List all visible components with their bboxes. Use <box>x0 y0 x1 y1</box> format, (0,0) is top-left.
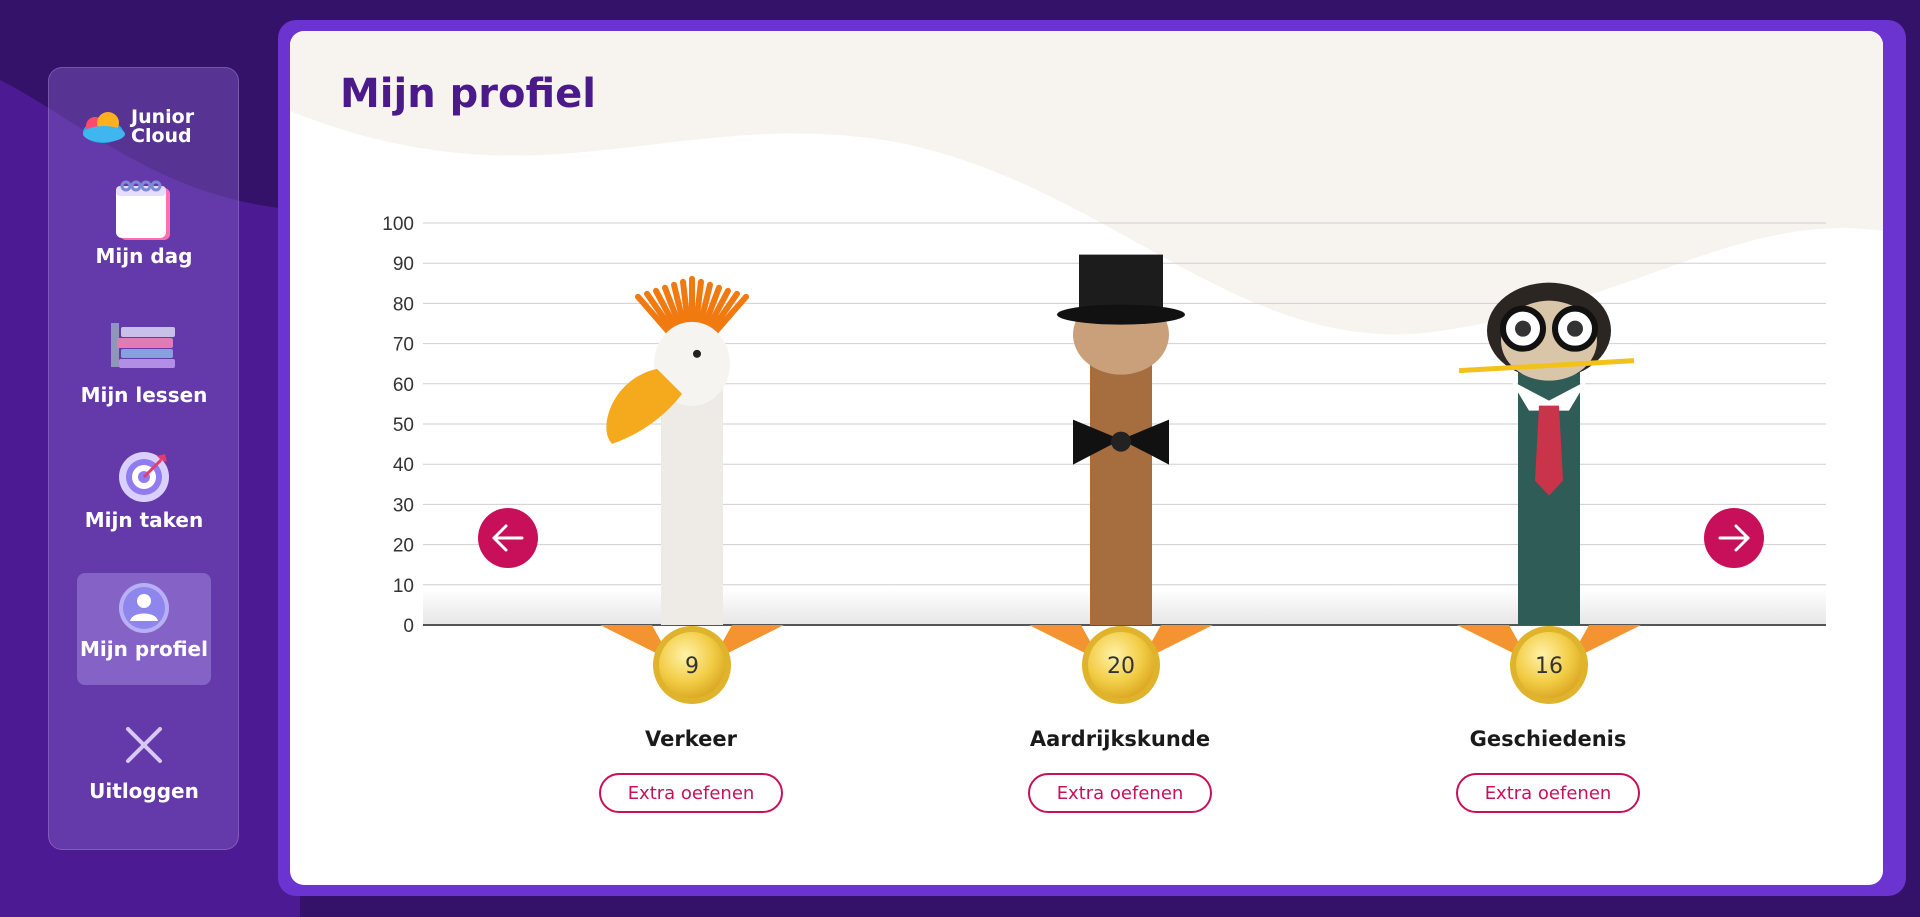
y-tick-label: 50 <box>393 415 414 436</box>
y-tick-label: 30 <box>393 495 414 516</box>
extra-oefenen-button[interactable]: Extra oefenen <box>1456 773 1640 813</box>
y-tick-label: 0 <box>403 616 414 637</box>
cloud-logo-icon <box>83 112 125 143</box>
close-icon <box>126 727 162 763</box>
main-panel: Mijn profiel 0 10 20 30 40 50 60 70 80 90 100 9 20 1… <box>290 31 1883 885</box>
logo-text: Junior Cloud <box>131 108 194 146</box>
y-tick-label: 70 <box>393 335 414 356</box>
next-button[interactable] <box>1704 508 1764 568</box>
target-icon <box>119 452 169 502</box>
subject-name: Verkeer <box>645 727 737 751</box>
sidebar-item-label: Mijn taken <box>84 508 204 532</box>
y-tick-label: 90 <box>393 254 414 275</box>
sidebar-item-label: Mijn profiel <box>80 637 208 661</box>
logo[interactable]: Junior Cloud <box>79 104 209 148</box>
sidebar-item-mijn-profiel[interactable]: Mijn profiel <box>77 573 211 685</box>
subject-name: Geschiedenis <box>1469 727 1627 751</box>
subject-name: Aardrijkskunde <box>1029 727 1211 751</box>
arrow-left-icon <box>492 524 524 552</box>
logo-line-2: Cloud <box>131 125 192 147</box>
score-value-label: 16 <box>1535 654 1563 679</box>
sidebar-item-uitloggen[interactable]: Uitloggen <box>77 723 211 803</box>
extra-oefenen-button[interactable]: Extra oefenen <box>599 773 783 813</box>
arrow-right-icon <box>1718 524 1750 552</box>
subject-geschiedenis: Geschiedenis Extra oefenen <box>1428 727 1668 813</box>
chart-bar-group: 9 <box>600 275 784 704</box>
sidebar: Junior Cloud Mijn dag Mijn lessen Mijn t… <box>48 67 239 850</box>
score-value-label: 9 <box>685 654 699 679</box>
sidebar-item-mijn-taken[interactable]: Mijn taken <box>77 450 211 532</box>
y-tick-label: 20 <box>393 536 414 557</box>
sidebar-item-label: Mijn lessen <box>80 383 208 407</box>
chart-bar-group: 20 <box>1029 254 1213 704</box>
y-tick-label: 80 <box>393 294 414 315</box>
extra-oefenen-button[interactable]: Extra oefenen <box>1028 773 1212 813</box>
y-tick-label: 40 <box>393 455 414 476</box>
sidebar-item-label: Mijn dag <box>95 244 193 268</box>
calendar-icon <box>116 180 170 240</box>
user-icon <box>119 583 169 633</box>
giraffe-top-hat-icon <box>1057 254 1185 465</box>
y-tick-label: 60 <box>393 375 414 396</box>
sidebar-item-mijn-lessen[interactable]: Mijn lessen <box>77 321 211 407</box>
chart-bar-group: 16 <box>1457 282 1641 704</box>
previous-button[interactable] <box>478 508 538 568</box>
y-tick-label: 100 <box>382 214 414 235</box>
sidebar-item-label: Uitloggen <box>89 779 199 803</box>
score-value-label: 20 <box>1107 654 1135 679</box>
books-icon <box>111 323 175 368</box>
subject-verkeer: Verkeer Extra oefenen <box>571 727 811 813</box>
subject-aardrijkskunde: Aardrijkskunde Extra oefenen <box>1000 727 1240 813</box>
y-tick-label: 10 <box>393 576 414 597</box>
sidebar-item-mijn-dag[interactable]: Mijn dag <box>77 178 211 268</box>
